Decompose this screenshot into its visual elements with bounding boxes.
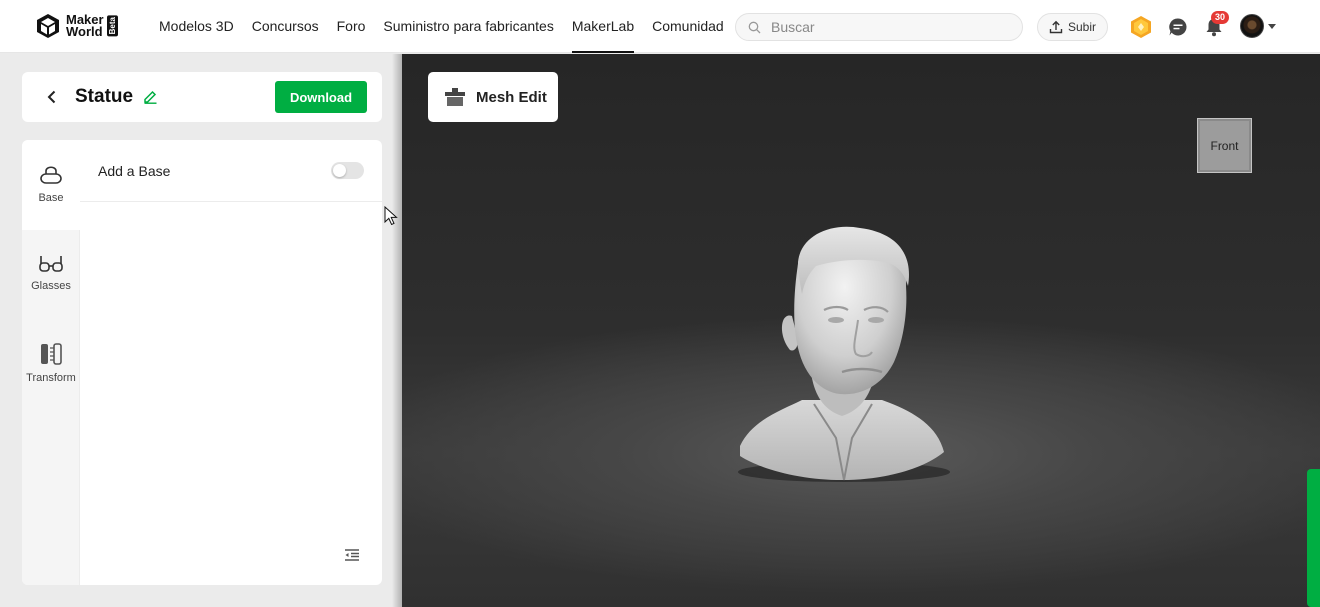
user-menu[interactable] bbox=[1240, 14, 1276, 38]
tool-glasses-label: Glasses bbox=[31, 280, 71, 292]
add-base-row: Add a Base bbox=[80, 140, 382, 202]
statue-bust-model[interactable] bbox=[732, 224, 952, 486]
tool-transform-label: Transform bbox=[26, 372, 76, 384]
mouse-cursor-icon bbox=[384, 206, 398, 226]
top-navigation-bar: Maker World Beta Modelos 3D Concursos Fo… bbox=[0, 0, 1320, 53]
nav-foro[interactable]: Foro bbox=[337, 0, 366, 53]
chevron-left-icon bbox=[47, 90, 55, 104]
nav-concursos[interactable]: Concursos bbox=[252, 0, 319, 53]
base-icon bbox=[40, 166, 62, 184]
mesh-edit-icon bbox=[445, 88, 465, 106]
download-button[interactable]: Download bbox=[275, 81, 367, 113]
collapse-panel-icon[interactable] bbox=[344, 548, 360, 562]
notification-badge: 30 bbox=[1211, 11, 1230, 24]
logo-wordmark: Maker World bbox=[66, 13, 104, 39]
add-base-label: Add a Base bbox=[98, 163, 171, 179]
nav-suministro[interactable]: Suministro para fabricantes bbox=[383, 0, 553, 53]
tool-rail: Base Glasses Transform bbox=[22, 140, 80, 585]
mesh-edit-button[interactable]: Mesh Edit bbox=[428, 72, 558, 122]
beta-badge: Beta bbox=[106, 15, 118, 37]
add-base-toggle[interactable] bbox=[331, 162, 364, 179]
makerworld-logo[interactable]: Maker World Beta bbox=[35, 13, 118, 39]
model-title: Statue bbox=[75, 86, 134, 107]
mesh-edit-label: Mesh Edit bbox=[476, 88, 547, 106]
view-cube[interactable]: Front bbox=[1197, 118, 1252, 173]
search-input[interactable] bbox=[771, 19, 1001, 35]
tool-glasses[interactable]: Glasses bbox=[22, 230, 80, 320]
membership-hex-icon[interactable] bbox=[1130, 15, 1152, 39]
logo-cube-icon bbox=[37, 14, 59, 38]
view-cube-face-label: Front bbox=[1210, 138, 1239, 153]
tool-transform[interactable]: Transform bbox=[22, 320, 80, 410]
search-icon bbox=[748, 21, 761, 33]
tool-options-panel: Add a Base bbox=[80, 140, 382, 585]
feedback-side-tab[interactable] bbox=[1307, 469, 1320, 607]
back-button[interactable] bbox=[44, 87, 58, 107]
avatar bbox=[1240, 14, 1264, 38]
title-card: Statue Download bbox=[22, 72, 382, 122]
nav-comunidad[interactable]: Comunidad bbox=[652, 0, 724, 53]
chat-icon[interactable] bbox=[1168, 17, 1188, 37]
chevron-down-icon bbox=[1268, 23, 1276, 29]
transform-icon bbox=[41, 343, 62, 365]
main-nav: Modelos 3D Concursos Foro Suministro par… bbox=[159, 0, 742, 53]
glasses-icon bbox=[39, 256, 63, 272]
editor-left-area: Statue Download Base Glasses Transform A… bbox=[0, 54, 402, 607]
tool-base-label: Base bbox=[38, 192, 64, 204]
upload-icon bbox=[1049, 20, 1063, 34]
tool-base[interactable]: Base bbox=[22, 140, 80, 230]
upload-label: Subir bbox=[1067, 20, 1096, 34]
tool-card: Base Glasses Transform Add a Base bbox=[22, 140, 382, 585]
toggle-knob bbox=[333, 164, 346, 177]
pencil-icon[interactable] bbox=[143, 89, 158, 104]
logo-line2: World bbox=[66, 24, 103, 39]
upload-button[interactable]: Subir bbox=[1037, 13, 1108, 41]
search-box[interactable] bbox=[735, 13, 1023, 41]
nav-modelos-3d[interactable]: Modelos 3D bbox=[159, 0, 234, 53]
3d-viewport[interactable]: Mesh Edit Front bbox=[402, 54, 1320, 607]
nav-makerlab[interactable]: MakerLab bbox=[571, 0, 635, 53]
